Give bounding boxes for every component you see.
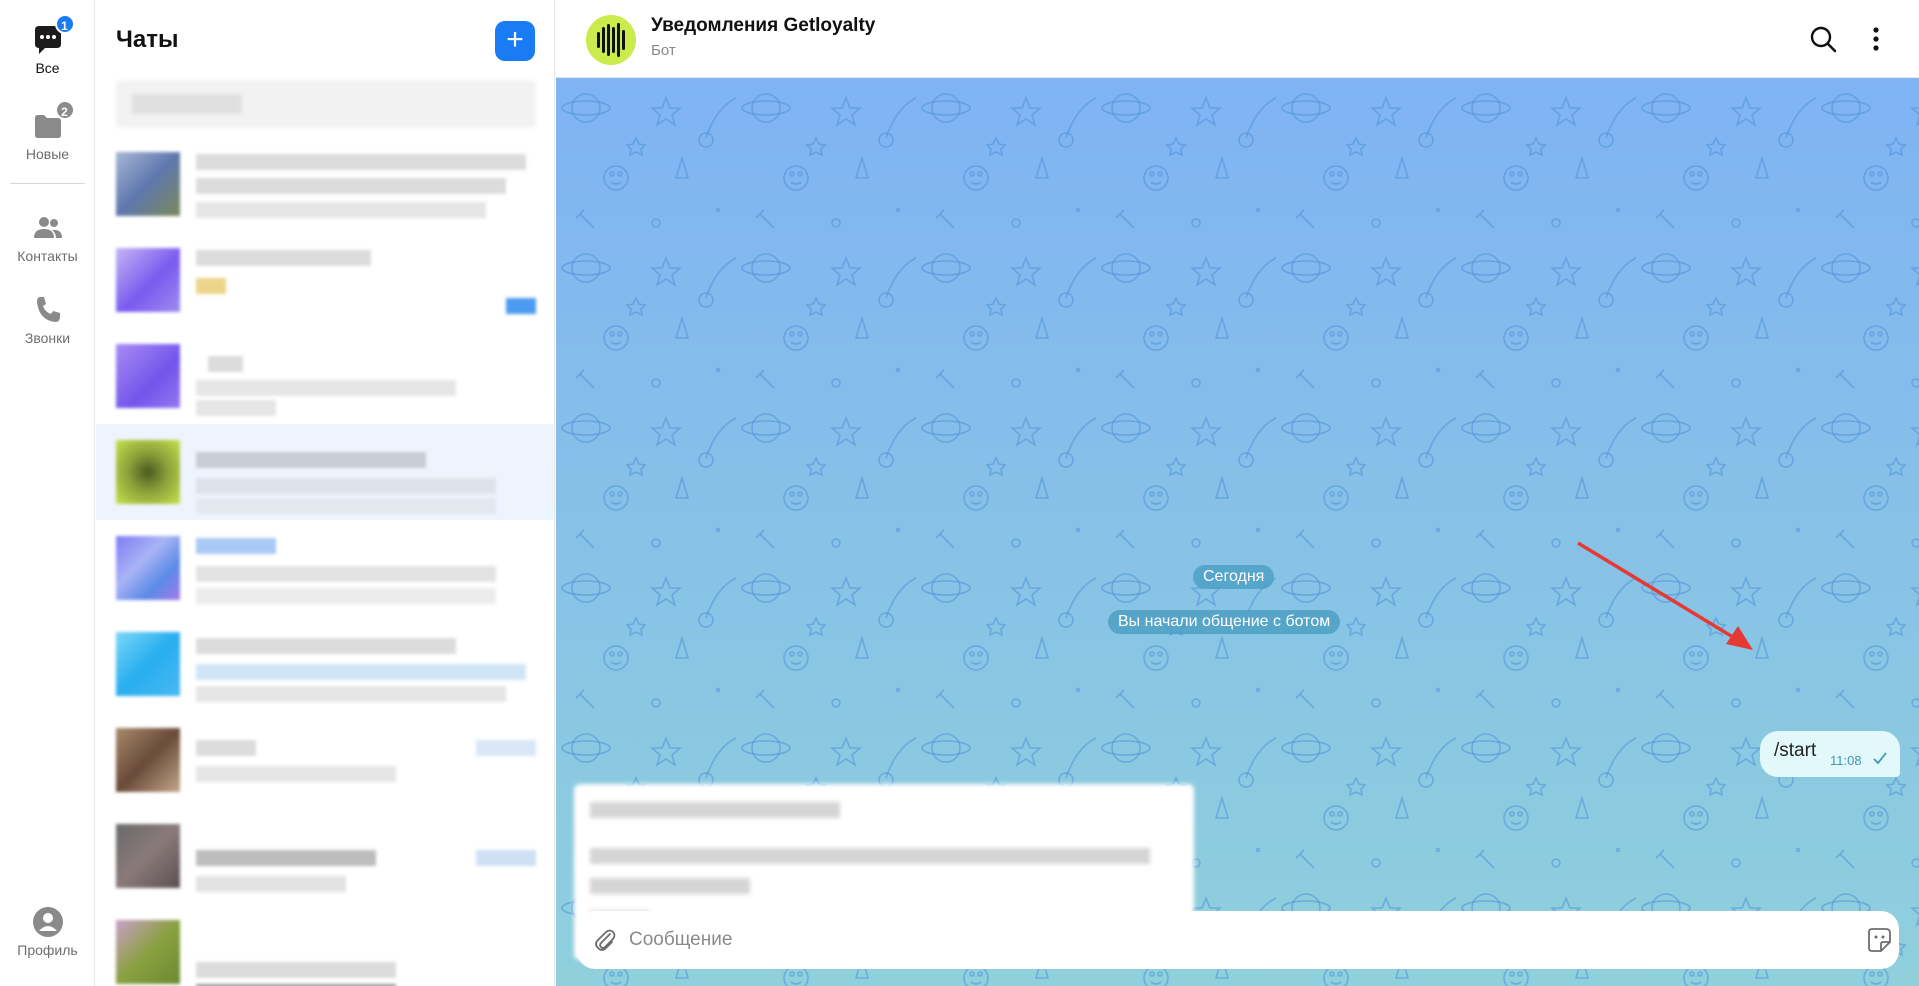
service-message: Вы начали общение с ботом — [1108, 610, 1341, 634]
chat-list-item[interactable] — [96, 520, 554, 616]
chat-avatar-obscured — [116, 248, 180, 312]
rail-item-calls[interactable]: Звонки — [0, 294, 95, 346]
chat-avatar-obscured — [116, 920, 180, 984]
profile-avatar-icon — [31, 906, 65, 938]
bot-avatar[interactable] — [586, 15, 636, 65]
contacts-icon — [31, 212, 65, 244]
rail-item-all[interactable]: 1 Все — [0, 14, 95, 76]
rail-label-all: Все — [35, 60, 60, 76]
folder-icon: 2 — [31, 100, 75, 142]
chat-list-item[interactable] — [96, 712, 554, 808]
chat-list-item[interactable] — [96, 232, 554, 328]
rail-divider — [10, 183, 85, 184]
chat-subtitle: Бот — [651, 42, 676, 59]
chat-list-panel: Чаты + — [96, 0, 555, 986]
outgoing-message-bubble[interactable]: /start 11:08 — [1760, 731, 1900, 777]
chat-avatar-obscured — [116, 728, 180, 792]
sent-check-icon — [1873, 752, 1887, 765]
sticker-icon[interactable] — [1865, 926, 1893, 954]
chat-wallpaper: Сегодня Вы начали общение с ботом /start… — [556, 78, 1919, 986]
message-text: /start — [1774, 740, 1817, 761]
chat-list-item[interactable] — [96, 616, 554, 712]
chat-list-item[interactable] — [96, 136, 554, 232]
chat-avatar-obscured — [116, 632, 180, 696]
chat-bubble-icon: 1 — [31, 14, 75, 56]
more-options-icon[interactable] — [1861, 24, 1891, 54]
left-rail: 1 Все 2 Новые Контакты Звонки Профиль — [0, 0, 95, 986]
rail-item-contacts[interactable]: Контакты — [0, 212, 95, 264]
conversation-panel: Уведомления Getloyalty Бот Сегодня Вы на… — [556, 0, 1919, 986]
message-composer[interactable] — [577, 911, 1899, 969]
chat-avatar-obscured — [116, 344, 180, 408]
rail-item-new[interactable]: 2 Новые — [0, 100, 95, 162]
rail-label-profile: Профиль — [17, 942, 78, 958]
message-input[interactable] — [629, 921, 1829, 959]
chat-list-item[interactable] — [96, 808, 554, 904]
unread-badge: 1 — [54, 14, 75, 34]
new-badge: 2 — [54, 100, 75, 120]
chat-avatar-obscured — [116, 152, 180, 216]
new-chat-button[interactable]: + — [495, 21, 535, 61]
chat-avatar-obscured — [116, 440, 180, 504]
search-icon[interactable] — [1808, 24, 1838, 54]
phone-icon — [31, 294, 65, 326]
chat-list-item-selected[interactable] — [96, 424, 554, 520]
chat-list-title: Чаты — [116, 26, 179, 53]
rail-label-calls: Звонки — [24, 330, 71, 346]
date-divider: Сегодня — [1193, 565, 1275, 589]
chat-list-item[interactable] — [96, 904, 554, 986]
chat-avatar-obscured — [116, 536, 180, 600]
rail-label-new: Новые — [25, 146, 70, 162]
rail-label-contacts: Контакты — [17, 248, 78, 264]
message-time: 11:08 — [1830, 753, 1862, 768]
rail-item-profile[interactable]: Профиль — [0, 906, 95, 958]
chat-list-item[interactable] — [96, 328, 554, 424]
search-input-obscured[interactable] — [116, 80, 536, 128]
chat-title: Уведомления Getloyalty — [651, 15, 876, 36]
paperclip-icon[interactable] — [592, 926, 618, 954]
soundwave-logo-icon — [597, 23, 625, 57]
conversation-header[interactable]: Уведомления Getloyalty Бот — [556, 0, 1919, 78]
chat-avatar-obscured — [116, 824, 180, 888]
